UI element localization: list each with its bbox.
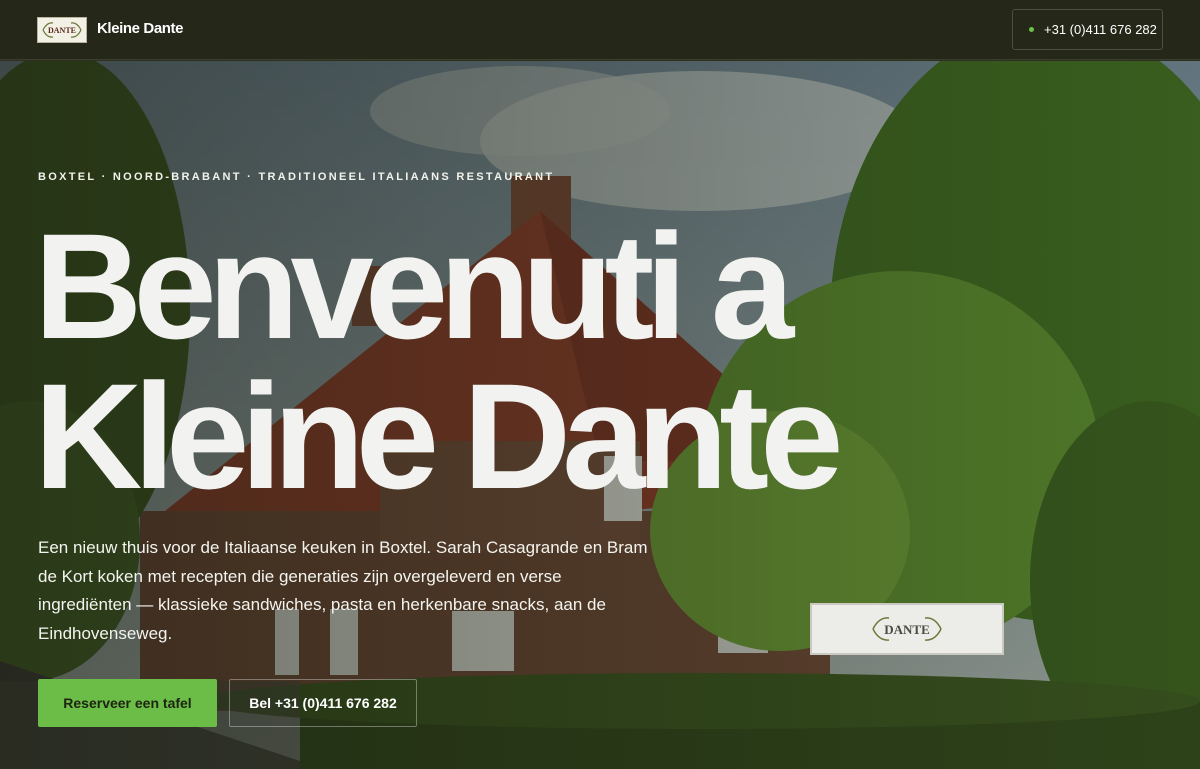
header-phone-label: +31 (0)411 676 282 — [1044, 22, 1157, 37]
status-dot-icon — [1029, 27, 1034, 32]
reserve-table-button[interactable]: Reserveer een tafel — [38, 679, 217, 727]
site-header: DANTE Kleine Dante +31 (0)411 676 282 — [0, 0, 1200, 60]
hero-eyebrow: BOXTEL · NOORD-BRABANT · TRADITIONEEL IT… — [38, 171, 555, 183]
restaurant-sign: DANTE — [810, 603, 1004, 655]
header-phone-button[interactable]: +31 (0)411 676 282 — [1012, 9, 1163, 50]
call-button[interactable]: Bel +31 (0)411 676 282 — [229, 679, 417, 727]
hero-title: Benvenuti a Kleine Dante — [34, 202, 844, 520]
logo[interactable]: DANTE — [37, 17, 87, 43]
laurel-logo-icon: DANTE — [42, 22, 82, 38]
hero-lead: Een nieuw thuis voor de Italiaanse keuke… — [38, 538, 648, 643]
brand-name[interactable]: Kleine Dante — [97, 20, 183, 37]
hero-section: DANTE BOXTEL · NOORD-BRABANT · TRADITION… — [0, 61, 1200, 769]
svg-text:DANTE: DANTE — [884, 622, 930, 637]
hero-title-line-1: Benvenuti a — [34, 202, 794, 370]
svg-text:DANTE: DANTE — [48, 26, 76, 35]
laurel-sign-icon: DANTE — [872, 617, 942, 641]
hero-title-line-2: Kleine Dante — [34, 352, 844, 520]
